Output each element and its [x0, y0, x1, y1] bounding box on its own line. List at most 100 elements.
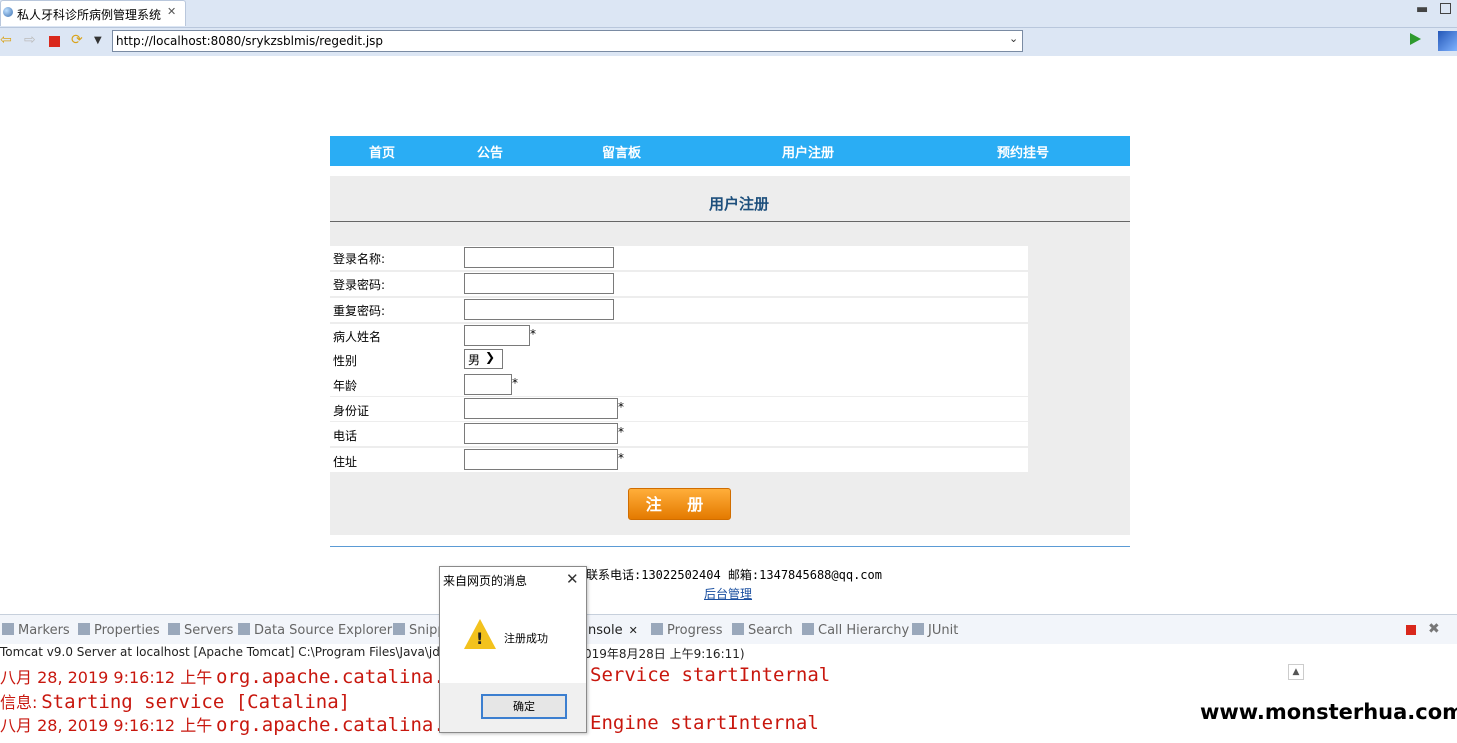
console-date: 八月 28, 2019 9:16:12 上午	[0, 668, 213, 687]
age-input[interactable]	[464, 374, 512, 395]
console-text: org.apache.catalina.c	[216, 666, 457, 688]
url-text: http://localhost:8080/srykzsblmis/regedi…	[116, 34, 384, 48]
patient-name-label: 病人姓名	[333, 330, 382, 344]
password-input[interactable]	[464, 273, 614, 294]
login-name-input[interactable]	[464, 247, 614, 268]
age-label: 年龄	[333, 379, 358, 393]
console-line: 八月 28, 2019 9:16:12 上午 org.apache.catali…	[0, 664, 456, 688]
browser-tab-title: 私人牙科诊所病例管理系统	[17, 8, 162, 22]
stop-icon[interactable]	[49, 36, 60, 47]
console-text: Service startInternal	[590, 664, 831, 686]
register-button[interactable]: 注 册	[628, 488, 731, 520]
tab-progress[interactable]: Progress	[651, 623, 722, 638]
forward-arrow-icon[interactable]: ⇨	[24, 33, 36, 47]
id-card-label: 身份证	[333, 404, 370, 418]
console-line: 八月 28, 2019 9:16:12 上午 org.apache.catali…	[0, 712, 456, 736]
warning-mark: !	[476, 629, 484, 648]
form-title: 用户注册	[708, 195, 769, 213]
go-icon[interactable]	[1410, 33, 1421, 45]
browser-tab-bar	[0, 0, 1457, 28]
menu-appointment[interactable]: 预约挂号	[997, 142, 1049, 161]
close-icon[interactable]: ✕	[566, 570, 579, 588]
required-mark: *	[512, 376, 518, 390]
form-row	[330, 272, 1028, 296]
id-card-input[interactable]	[464, 398, 618, 419]
console-header-text: Tomcat v9.0 Server at localhost [Apache …	[0, 645, 455, 659]
phone-label: 电话	[333, 429, 358, 443]
form-row	[330, 448, 1028, 472]
tab-call-hierarchy[interactable]: Call Hierarchy	[802, 623, 909, 638]
menu-message-board[interactable]: 留言板	[602, 142, 641, 161]
console-date: 八月 28, 2019 9:16:12 上午	[0, 716, 213, 735]
chevron-down-icon: ❯	[485, 350, 496, 364]
form-row	[330, 372, 1028, 396]
console-header-time: 019年8月28日 上午9:16:11)	[584, 647, 745, 661]
address-input[interactable]	[464, 449, 618, 470]
divider	[330, 221, 1130, 222]
console-date: 信息:	[0, 693, 38, 712]
remove-all-icon[interactable]: ✖	[1428, 621, 1440, 637]
footer-contact: 联系电话:13022502404 邮箱:1347845688@qq.com	[586, 568, 882, 582]
junit-icon	[912, 623, 924, 635]
patient-name-input[interactable]	[464, 325, 530, 346]
gender-label: 性别	[333, 354, 358, 368]
call-hierarchy-icon	[802, 623, 814, 635]
password-label: 登录密码:	[333, 278, 386, 292]
scroll-up-icon[interactable]: ▲	[1288, 664, 1304, 680]
tab-search[interactable]: Search	[732, 623, 793, 638]
dialog-message: 注册成功	[504, 632, 548, 645]
tab-label: Markers	[18, 623, 70, 638]
markers-icon	[2, 623, 14, 635]
data-source-icon	[238, 623, 250, 635]
menu-register[interactable]: 用户注册	[782, 142, 834, 161]
back-arrow-icon[interactable]: ⇦	[0, 33, 12, 47]
maximize-icon[interactable]	[1440, 3, 1451, 14]
console-text: Starting service [Catalina]	[41, 691, 351, 713]
servers-icon	[168, 623, 180, 635]
terminate-icon[interactable]	[1406, 625, 1416, 635]
snippets-icon	[393, 623, 405, 635]
tab-console[interactable]: nsole ✕	[588, 623, 638, 638]
tab-markers[interactable]: Markers	[2, 623, 70, 638]
console-line: 信息: Starting service [Catalina]	[0, 689, 350, 713]
menu-home[interactable]: 首页	[369, 142, 395, 161]
form-row	[330, 422, 1028, 446]
footer-divider	[330, 546, 1130, 547]
phone-input[interactable]	[464, 423, 618, 444]
progress-icon	[651, 623, 663, 635]
tab-label: nsole	[588, 623, 623, 638]
tab-label: Servers	[184, 623, 234, 638]
login-name-label: 登录名称:	[333, 252, 386, 266]
menu-dropdown-icon[interactable]: ▼	[94, 35, 102, 46]
close-icon[interactable]: ✕	[629, 624, 638, 637]
tab-label: Search	[748, 623, 793, 638]
gender-value: 男	[468, 353, 481, 367]
tab-snippets[interactable]: Snipp	[393, 623, 446, 638]
tab-servers[interactable]: Servers	[168, 623, 233, 638]
ok-button[interactable]: 确定	[481, 694, 567, 719]
admin-link[interactable]: 后台管理	[704, 585, 752, 602]
browser-logo-icon	[1438, 31, 1457, 51]
console-line-right: Service startInternal	[590, 664, 830, 686]
tab-close-icon[interactable]: ✕	[167, 5, 176, 18]
search-icon	[732, 623, 744, 635]
properties-icon	[78, 623, 90, 635]
required-mark: *	[618, 451, 624, 465]
tab-properties[interactable]: Properties	[78, 623, 160, 638]
tab-label: Properties	[94, 623, 160, 638]
form-row	[330, 397, 1028, 421]
required-mark: *	[618, 425, 624, 439]
form-row	[330, 246, 1028, 270]
dialog-title: 来自网页的消息	[443, 574, 528, 588]
tab-junit[interactable]: JUnit	[912, 623, 958, 638]
menu-announcements[interactable]: 公告	[477, 142, 503, 161]
url-dropdown-icon[interactable]: ⌄	[1009, 32, 1018, 45]
refresh-icon[interactable]: ⟳	[71, 33, 83, 47]
tab-data-source-explorer[interactable]: Data Source Explorer	[238, 623, 392, 638]
watermark: www.monsterhua.com	[1200, 700, 1457, 724]
minimize-icon[interactable]: ▬	[1416, 2, 1428, 17]
console-text: Engine startInternal	[590, 712, 819, 734]
tab-label: Progress	[667, 623, 723, 638]
password-repeat-input[interactable]	[464, 299, 614, 320]
password-repeat-label: 重复密码:	[333, 304, 386, 318]
